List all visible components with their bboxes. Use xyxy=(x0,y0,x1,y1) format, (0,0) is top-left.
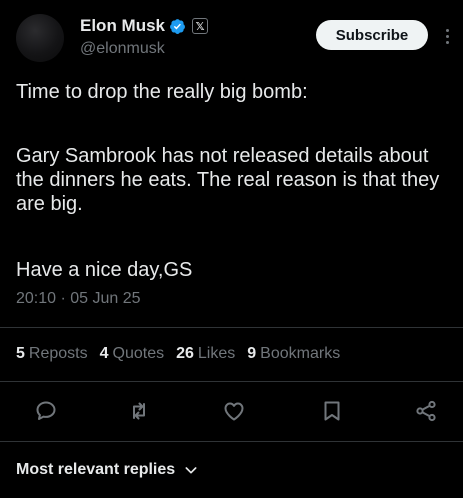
divider xyxy=(0,327,463,328)
replies-sort-dropdown[interactable]: Most relevant replies xyxy=(16,461,199,479)
author-name[interactable]: Elon Musk xyxy=(80,16,165,36)
bookmark-icon[interactable] xyxy=(320,399,344,423)
post-timestamp[interactable]: 20:10 · 05 Jun 25 xyxy=(16,290,141,308)
stat-bookmarks[interactable]: 9 Bookmarks xyxy=(247,345,340,363)
author-handle[interactable]: @elonmusk xyxy=(80,40,165,58)
post-text-paragraph-1: Time to drop the really big bomb: xyxy=(16,81,308,103)
verified-badge-icon[interactable] xyxy=(169,18,186,35)
stat-likes[interactable]: 26 Likes xyxy=(176,345,235,363)
subscribe-button[interactable]: Subscribe xyxy=(316,20,428,50)
divider xyxy=(0,381,463,382)
more-options-icon[interactable] xyxy=(440,24,454,48)
post-text-paragraph-3: Have a nice day,GS xyxy=(16,259,193,281)
stat-quotes[interactable]: 4 Quotes xyxy=(100,345,165,363)
engagement-stats: 5 Reposts 4 Quotes 26 Likes 9 Bookmarks xyxy=(16,345,352,363)
repost-icon[interactable] xyxy=(127,399,151,423)
reply-icon[interactable] xyxy=(34,399,58,423)
post-header: Elon Musk 𝕏 @elonmusk Subscribe xyxy=(0,0,463,72)
replies-sort-label: Most relevant replies xyxy=(16,461,176,478)
avatar[interactable] xyxy=(16,14,64,62)
stat-reposts[interactable]: 5 Reposts xyxy=(16,345,88,363)
share-icon[interactable] xyxy=(414,399,438,423)
divider xyxy=(0,441,463,442)
x-affiliate-icon: 𝕏 xyxy=(192,18,209,34)
author-name-row: Elon Musk 𝕏 xyxy=(80,16,209,36)
chevron-down-icon xyxy=(185,467,197,474)
post-text-paragraph-2: Gary Sambrook has not released details a… xyxy=(16,145,440,215)
action-bar xyxy=(0,395,463,427)
like-icon[interactable] xyxy=(222,399,246,423)
